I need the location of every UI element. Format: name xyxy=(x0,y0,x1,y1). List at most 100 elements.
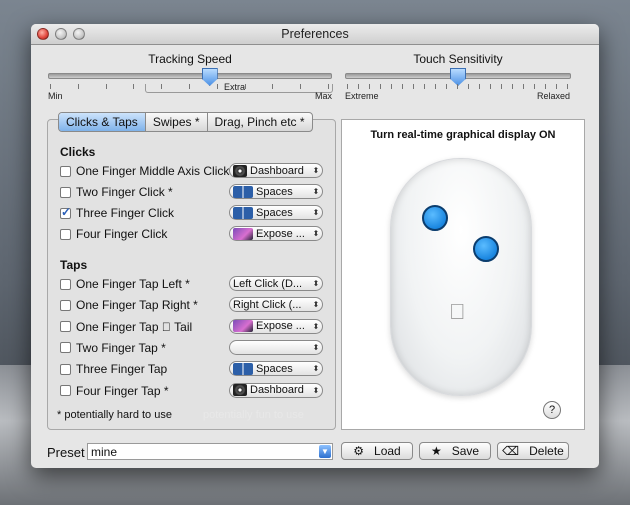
action-value: Right Click (... xyxy=(233,298,302,311)
gesture-checkbox[interactable] xyxy=(60,228,71,240)
tab-swipes[interactable]: Swipes * xyxy=(146,113,208,131)
up-down-arrows-icon: ⬍ xyxy=(312,208,320,217)
action-popup[interactable]: ⬍ xyxy=(229,339,323,355)
load-button[interactable]: ⚙ Load xyxy=(341,442,413,460)
taps-row: One Finger Tap Left * xyxy=(60,275,190,293)
title-bar[interactable]: Preferences xyxy=(31,24,599,45)
action-popup[interactable]: Dashboard ⬍ xyxy=(229,382,323,398)
taps-row: Three Finger Tap xyxy=(60,360,167,378)
gesture-label[interactable]: Four Finger Click xyxy=(76,227,167,241)
clicks-heading: Clicks xyxy=(60,145,96,159)
slider-tick xyxy=(105,84,107,89)
gesture-label[interactable]: Four Finger Tap * xyxy=(76,384,169,398)
gesture-checkbox[interactable] xyxy=(60,299,71,311)
gesture-label[interactable]: One Finger Middle Axis Click xyxy=(76,164,229,178)
up-down-arrows-icon: ⬍ xyxy=(312,187,320,196)
delete-key-icon: ⌫ xyxy=(502,444,520,458)
preferences-window: Preferences Tracking Speed Extra Min Max… xyxy=(31,24,599,468)
spaces-icon xyxy=(233,185,253,198)
spaces-icon xyxy=(233,206,253,219)
gesture-checkbox[interactable] xyxy=(60,205,71,219)
slider-tick xyxy=(347,84,348,89)
touch-sensitivity-group: Touch Sensitivity xyxy=(345,52,571,66)
gesture-checkbox[interactable] xyxy=(60,385,71,396)
action-popup[interactable]: Spaces ⬍ xyxy=(229,205,323,220)
slider-tick xyxy=(369,84,370,89)
gesture-label[interactable]: Two Finger Tap * xyxy=(76,341,166,355)
up-down-arrows-icon: ⬍ xyxy=(312,321,320,331)
gesture-tabs: Clicks & Taps Swipes * Drag, Pinch etc * xyxy=(58,112,313,132)
save-button[interactable]: ★ Save xyxy=(419,442,491,460)
dashboard-icon xyxy=(233,384,247,396)
spaces-icon xyxy=(233,362,253,375)
slider-tick xyxy=(77,84,79,89)
preset-value[interactable]: mine xyxy=(91,445,117,459)
gesture-checkbox[interactable] xyxy=(60,363,71,375)
gesture-checkbox[interactable] xyxy=(60,165,71,177)
action-value: Dashboard xyxy=(250,164,304,177)
slider-tick xyxy=(358,84,359,89)
preset-dropdown-icon[interactable]: ▼ xyxy=(319,445,331,458)
gesture-checkbox[interactable] xyxy=(60,278,71,290)
gesture-label[interactable]: Three Finger Click xyxy=(76,206,174,220)
graphical-display-panel: Turn real-time graphical display ON  ? xyxy=(341,119,585,430)
action-popup[interactable]: Expose ... ⬍ xyxy=(229,318,323,334)
action-popup[interactable]: Right Click (... ⬍ xyxy=(229,297,323,313)
tracking-speed-slider[interactable] xyxy=(48,73,332,79)
action-popup[interactable]: Spaces ⬍ xyxy=(229,184,323,199)
tab-drag-pinch[interactable]: Drag, Pinch etc * xyxy=(208,113,312,131)
preset-combo[interactable]: mine ▼ xyxy=(87,443,333,460)
tracking-speed-group: Tracking Speed xyxy=(47,52,333,66)
slider-tick xyxy=(534,84,535,89)
gesture-label[interactable]: One Finger Tap Left * xyxy=(76,277,190,291)
slider-tick xyxy=(457,84,458,89)
gesture-checkbox[interactable] xyxy=(60,342,71,354)
slider-tick xyxy=(501,84,502,89)
slider-tick xyxy=(479,84,480,89)
help-button[interactable]: ? xyxy=(543,401,561,419)
up-down-arrows-icon: ⬍ xyxy=(312,364,320,374)
gesture-label[interactable]: One Finger Tap  Tail xyxy=(76,320,192,334)
apple-icon:  xyxy=(162,320,171,334)
hard-to-use-note: * potentially hard to use xyxy=(57,409,172,421)
slider-tick xyxy=(50,84,51,89)
action-popup[interactable]: Expose ... ⬍ xyxy=(229,226,323,241)
gesture-label[interactable]: One Finger Tap Right * xyxy=(76,298,198,312)
tracking-speed-title: Tracking Speed xyxy=(148,52,232,66)
up-down-arrows-icon: ⬍ xyxy=(312,279,320,288)
up-down-arrows-icon: ⬍ xyxy=(312,300,320,310)
action-popup[interactable]: Left Click (D... ⬍ xyxy=(229,276,323,291)
slider-tick xyxy=(556,84,557,89)
taps-row: One Finger Tap  Tail xyxy=(60,318,192,336)
taps-row: One Finger Tap Right * xyxy=(60,296,198,314)
preset-bar: Preset mine ▼ ⚙ Load ★ Save ⌫ Delete xyxy=(31,436,599,468)
slider-tick xyxy=(402,84,403,89)
action-value: Left Click (D... xyxy=(233,277,303,290)
gesture-checkbox[interactable] xyxy=(60,186,71,198)
display-toggle-label[interactable]: Turn real-time graphical display ON xyxy=(342,129,584,141)
slider-tick xyxy=(490,84,491,89)
magic-mouse-image:  xyxy=(390,158,532,396)
delete-button[interactable]: ⌫ Delete xyxy=(497,442,569,460)
expose-icon xyxy=(233,320,253,333)
gesture-checkbox[interactable] xyxy=(60,321,71,333)
gesture-label[interactable]: Three Finger Tap xyxy=(76,362,167,376)
action-value: Spaces xyxy=(256,206,293,219)
gesture-label[interactable]: Two Finger Click * xyxy=(76,185,173,199)
touch-extreme-label: Extreme xyxy=(345,91,379,101)
extra-label: Extra xyxy=(224,82,246,92)
star-icon: ★ xyxy=(430,444,442,458)
load-label: Load xyxy=(374,444,401,458)
tracking-min-label: Min xyxy=(48,91,63,101)
slider-tick xyxy=(424,84,425,89)
tab-clicks-taps[interactable]: Clicks & Taps xyxy=(59,113,146,131)
clicks-row: Two Finger Click * xyxy=(60,183,173,201)
clicks-row: Three Finger Click xyxy=(60,204,174,222)
taps-row: Four Finger Tap * xyxy=(60,382,169,400)
touch-sensitivity-knob[interactable] xyxy=(450,68,466,86)
up-down-arrows-icon: ⬍ xyxy=(312,385,320,395)
action-value: Expose ... xyxy=(256,227,305,240)
action-popup[interactable]: Spaces ⬍ xyxy=(229,361,323,377)
apple-logo-icon:  xyxy=(449,299,466,325)
action-popup[interactable]: Dashboard ⬍ xyxy=(229,163,323,178)
